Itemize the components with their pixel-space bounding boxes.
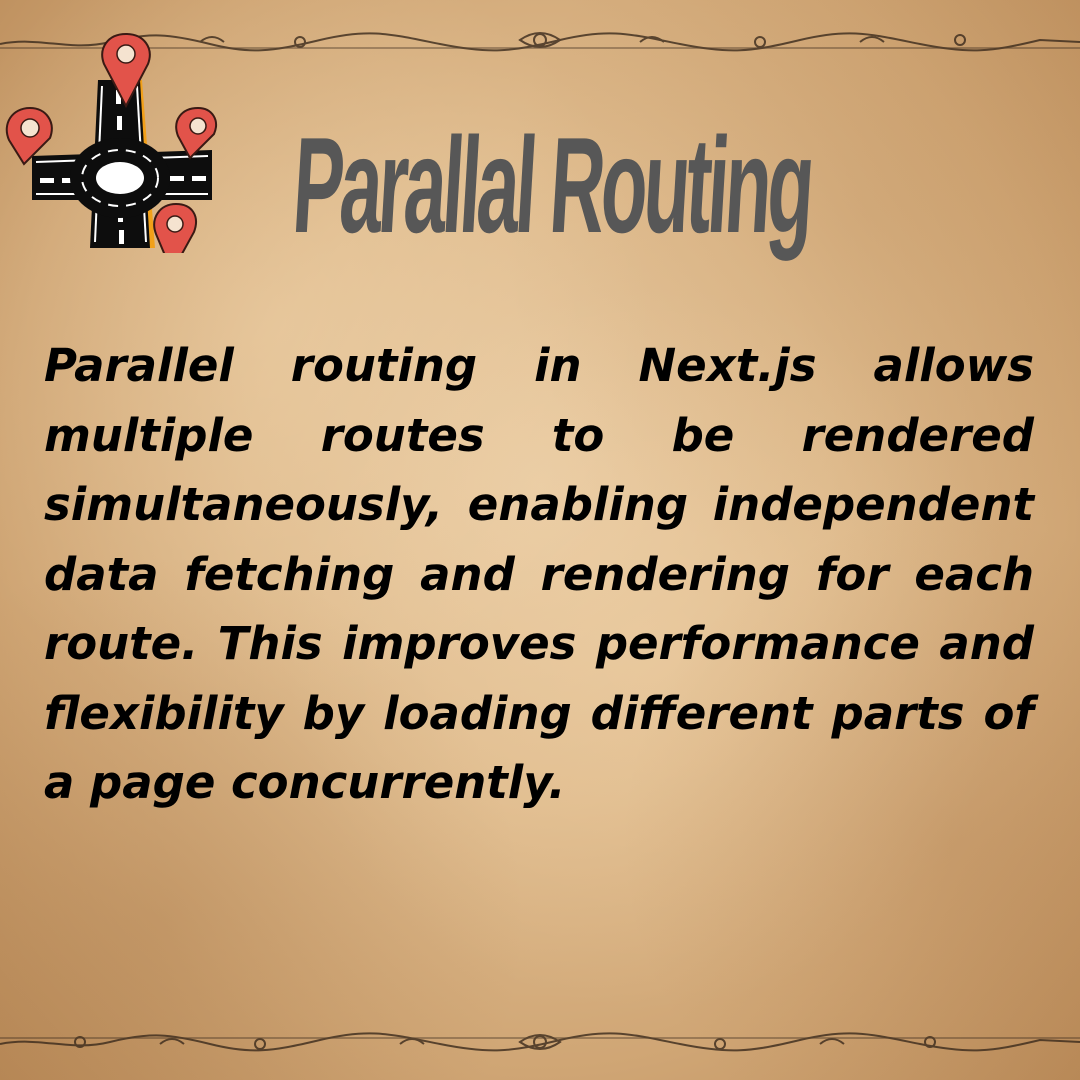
description-paragraph: Parallel routing in Next.js allows multi… — [44, 339, 1034, 809]
map-pin-bottom — [153, 202, 197, 253]
roundabout — [70, 138, 170, 218]
ornamental-border-bottom — [0, 1032, 1080, 1052]
page-title: Parallal Routing — [289, 109, 816, 261]
roundabout-with-map-pins-icon — [5, 32, 217, 253]
